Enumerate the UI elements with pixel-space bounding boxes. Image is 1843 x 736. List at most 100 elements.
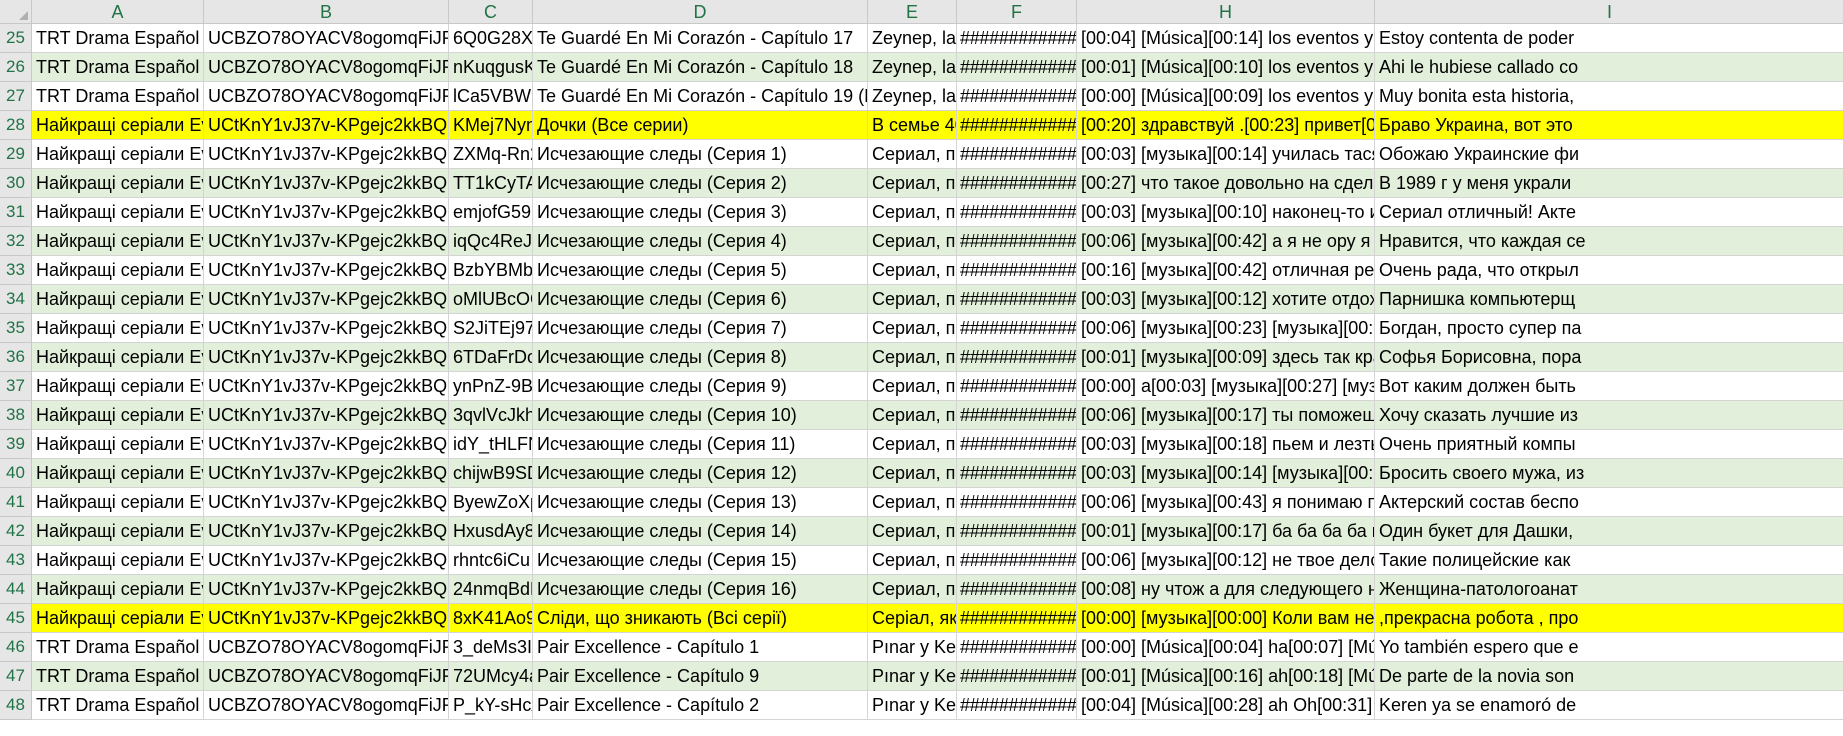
cell-c[interactable]: lCa5VBW9 — [449, 82, 533, 111]
cell-h[interactable]: [00:01] [Música][00:10] los eventos y p — [1077, 53, 1375, 82]
cell-c[interactable]: emjofG59r — [449, 198, 533, 227]
row-header[interactable]: 42 — [0, 517, 32, 546]
cell-d[interactable]: Te Guardé En Mi Corazón - Capítulo 18 — [533, 53, 868, 82]
cell-f[interactable]: ############ — [957, 256, 1077, 285]
cell-a[interactable]: Найкращі серіали Eve — [32, 314, 204, 343]
row-header[interactable]: 33 — [0, 256, 32, 285]
cell-f[interactable]: ############ — [957, 372, 1077, 401]
column-header-e[interactable]: E — [868, 0, 957, 24]
cell-d[interactable]: Исчезающие следы (Серия 5) — [533, 256, 868, 285]
cell-i[interactable]: Ahi le hubiese callado co — [1375, 53, 1843, 82]
cell-i[interactable]: Один букет для Дашки, — [1375, 517, 1843, 546]
cell-e[interactable]: Pınar y Kere — [868, 633, 957, 662]
cell-b[interactable]: UCtKnY1vJ37v-KPgejc2kkBQ — [204, 227, 449, 256]
cell-a[interactable]: Найкращі серіали Eve — [32, 517, 204, 546]
cell-b[interactable]: UCBZO78OYACV8ogomqFiJR4Q — [204, 691, 449, 720]
cell-d[interactable]: Te Guardé En Mi Corazón - Capítulo 17 — [533, 24, 868, 53]
cell-f[interactable]: ############ — [957, 343, 1077, 372]
cell-e[interactable]: Сериал, по — [868, 575, 957, 604]
cell-b[interactable]: UCtKnY1vJ37v-KPgejc2kkBQ — [204, 198, 449, 227]
cell-a[interactable]: Найкращі серіали Eve — [32, 169, 204, 198]
cell-h[interactable]: [00:00] [Música][00:09] los eventos y p — [1077, 82, 1375, 111]
cell-b[interactable]: UCtKnY1vJ37v-KPgejc2kkBQ — [204, 314, 449, 343]
cell-d[interactable]: Pair Excellence - Capítulo 2 — [533, 691, 868, 720]
cell-i[interactable]: Yo también espero que e — [1375, 633, 1843, 662]
cell-h[interactable]: [00:03] [музыка][00:14] училась тася — [1077, 140, 1375, 169]
cell-c[interactable]: 6TDaFrDo — [449, 343, 533, 372]
cell-e[interactable]: Zeynep, la g — [868, 53, 957, 82]
cell-h[interactable]: [00:06] [музыка][00:23] [музыка][00:3 — [1077, 314, 1375, 343]
cell-a[interactable]: Найкращі серіали Eve — [32, 488, 204, 517]
cell-e[interactable]: Pınar y Kere — [868, 691, 957, 720]
cell-a[interactable]: TRT Drama Español — [32, 82, 204, 111]
cell-d[interactable]: Исчезающие следы (Серия 3) — [533, 198, 868, 227]
cell-h[interactable]: [00:01] [Música][00:16] ah[00:18] [Mú — [1077, 662, 1375, 691]
cell-c[interactable]: ByewZoXp — [449, 488, 533, 517]
cell-a[interactable]: Найкращі серіали Eve — [32, 459, 204, 488]
cell-c[interactable]: 3qvlVcJkh — [449, 401, 533, 430]
select-all-corner[interactable] — [0, 0, 32, 24]
cell-a[interactable]: Найкращі серіали Eve — [32, 604, 204, 633]
cell-b[interactable]: UCtKnY1vJ37v-KPgejc2kkBQ — [204, 111, 449, 140]
cell-c[interactable]: TT1kCyTAi — [449, 169, 533, 198]
row-header[interactable]: 35 — [0, 314, 32, 343]
cell-d[interactable]: Исчезающие следы (Серия 14) — [533, 517, 868, 546]
cell-f[interactable]: ############ — [957, 24, 1077, 53]
row-header[interactable]: 43 — [0, 546, 32, 575]
cell-f[interactable]: ############ — [957, 662, 1077, 691]
cell-i[interactable]: Богдан, просто супер па — [1375, 314, 1843, 343]
cell-f[interactable]: ############ — [957, 459, 1077, 488]
cell-f[interactable]: ############ — [957, 198, 1077, 227]
cell-i[interactable]: Сериал отличный! Акте — [1375, 198, 1843, 227]
cell-i[interactable]: Muy bonita esta historia, — [1375, 82, 1843, 111]
row-header[interactable]: 47 — [0, 662, 32, 691]
cell-h[interactable]: [00:01] [музыка][00:09] здесь так кра — [1077, 343, 1375, 372]
cell-b[interactable]: UCtKnY1vJ37v-KPgejc2kkBQ — [204, 372, 449, 401]
cell-d[interactable]: Исчезающие следы (Серия 2) — [533, 169, 868, 198]
cell-h[interactable]: [00:00] a[00:03] [музыка][00:27] [муз — [1077, 372, 1375, 401]
cell-e[interactable]: Сериал, по — [868, 488, 957, 517]
cell-i[interactable]: В 1989 г у меня украли — [1375, 169, 1843, 198]
cell-i[interactable]: Очень рада, что открыл — [1375, 256, 1843, 285]
cell-e[interactable]: Сериал, по — [868, 372, 957, 401]
cell-a[interactable]: TRT Drama Español — [32, 662, 204, 691]
cell-h[interactable]: [00:01] [музыка][00:17] ба ба ба ба п — [1077, 517, 1375, 546]
cell-f[interactable]: ############ — [957, 604, 1077, 633]
cell-d[interactable]: Исчезающие следы (Серия 9) — [533, 372, 868, 401]
cell-c[interactable]: HxusdAy8I — [449, 517, 533, 546]
cell-h[interactable]: [00:06] [музыка][00:42] а я не ору я п — [1077, 227, 1375, 256]
cell-c[interactable]: KMej7Nyn — [449, 111, 533, 140]
cell-f[interactable]: ############ — [957, 140, 1077, 169]
cell-b[interactable]: UCtKnY1vJ37v-KPgejc2kkBQ — [204, 488, 449, 517]
cell-f[interactable]: ############ — [957, 546, 1077, 575]
column-header-i[interactable]: I — [1375, 0, 1843, 24]
cell-f[interactable]: ############ — [957, 691, 1077, 720]
row-header[interactable]: 48 — [0, 691, 32, 720]
cell-b[interactable]: UCBZO78OYACV8ogomqFiJR4Q — [204, 24, 449, 53]
cell-i[interactable]: ,прекрасна робота , про — [1375, 604, 1843, 633]
row-header[interactable]: 36 — [0, 343, 32, 372]
row-header[interactable]: 32 — [0, 227, 32, 256]
cell-h[interactable]: [00:00] [музыка][00:00] Коли вам нех — [1077, 604, 1375, 633]
cell-i[interactable]: Парнишка компьютерщ — [1375, 285, 1843, 314]
cell-c[interactable]: 24nmqBdF — [449, 575, 533, 604]
row-header[interactable]: 46 — [0, 633, 32, 662]
cell-c[interactable]: 8xK41Ao9l — [449, 604, 533, 633]
cell-i[interactable]: Нравится, что каждая се — [1375, 227, 1843, 256]
cell-e[interactable]: Сериал, по — [868, 169, 957, 198]
column-header-f[interactable]: F — [957, 0, 1077, 24]
cell-d[interactable]: Исчезающие следы (Серия 4) — [533, 227, 868, 256]
cell-a[interactable]: Найкращі серіали Eve — [32, 575, 204, 604]
cell-i[interactable]: Очень приятный компы — [1375, 430, 1843, 459]
row-header[interactable]: 34 — [0, 285, 32, 314]
cell-i[interactable]: Keren ya se enamoró de — [1375, 691, 1843, 720]
cell-d[interactable]: Исчезающие следы (Серия 12) — [533, 459, 868, 488]
cell-e[interactable]: В семье 40 — [868, 111, 957, 140]
cell-h[interactable]: [00:04] [Música][00:28] ah Oh[00:31] [ — [1077, 691, 1375, 720]
cell-a[interactable]: Найкращі серіали Eve — [32, 401, 204, 430]
cell-b[interactable]: UCtKnY1vJ37v-KPgejc2kkBQ — [204, 401, 449, 430]
cell-a[interactable]: TRT Drama Español — [32, 24, 204, 53]
cell-h[interactable]: [00:06] [музыка][00:17] ты поможеш — [1077, 401, 1375, 430]
cell-e[interactable]: Сериал, по — [868, 546, 957, 575]
cell-f[interactable]: ############ — [957, 488, 1077, 517]
